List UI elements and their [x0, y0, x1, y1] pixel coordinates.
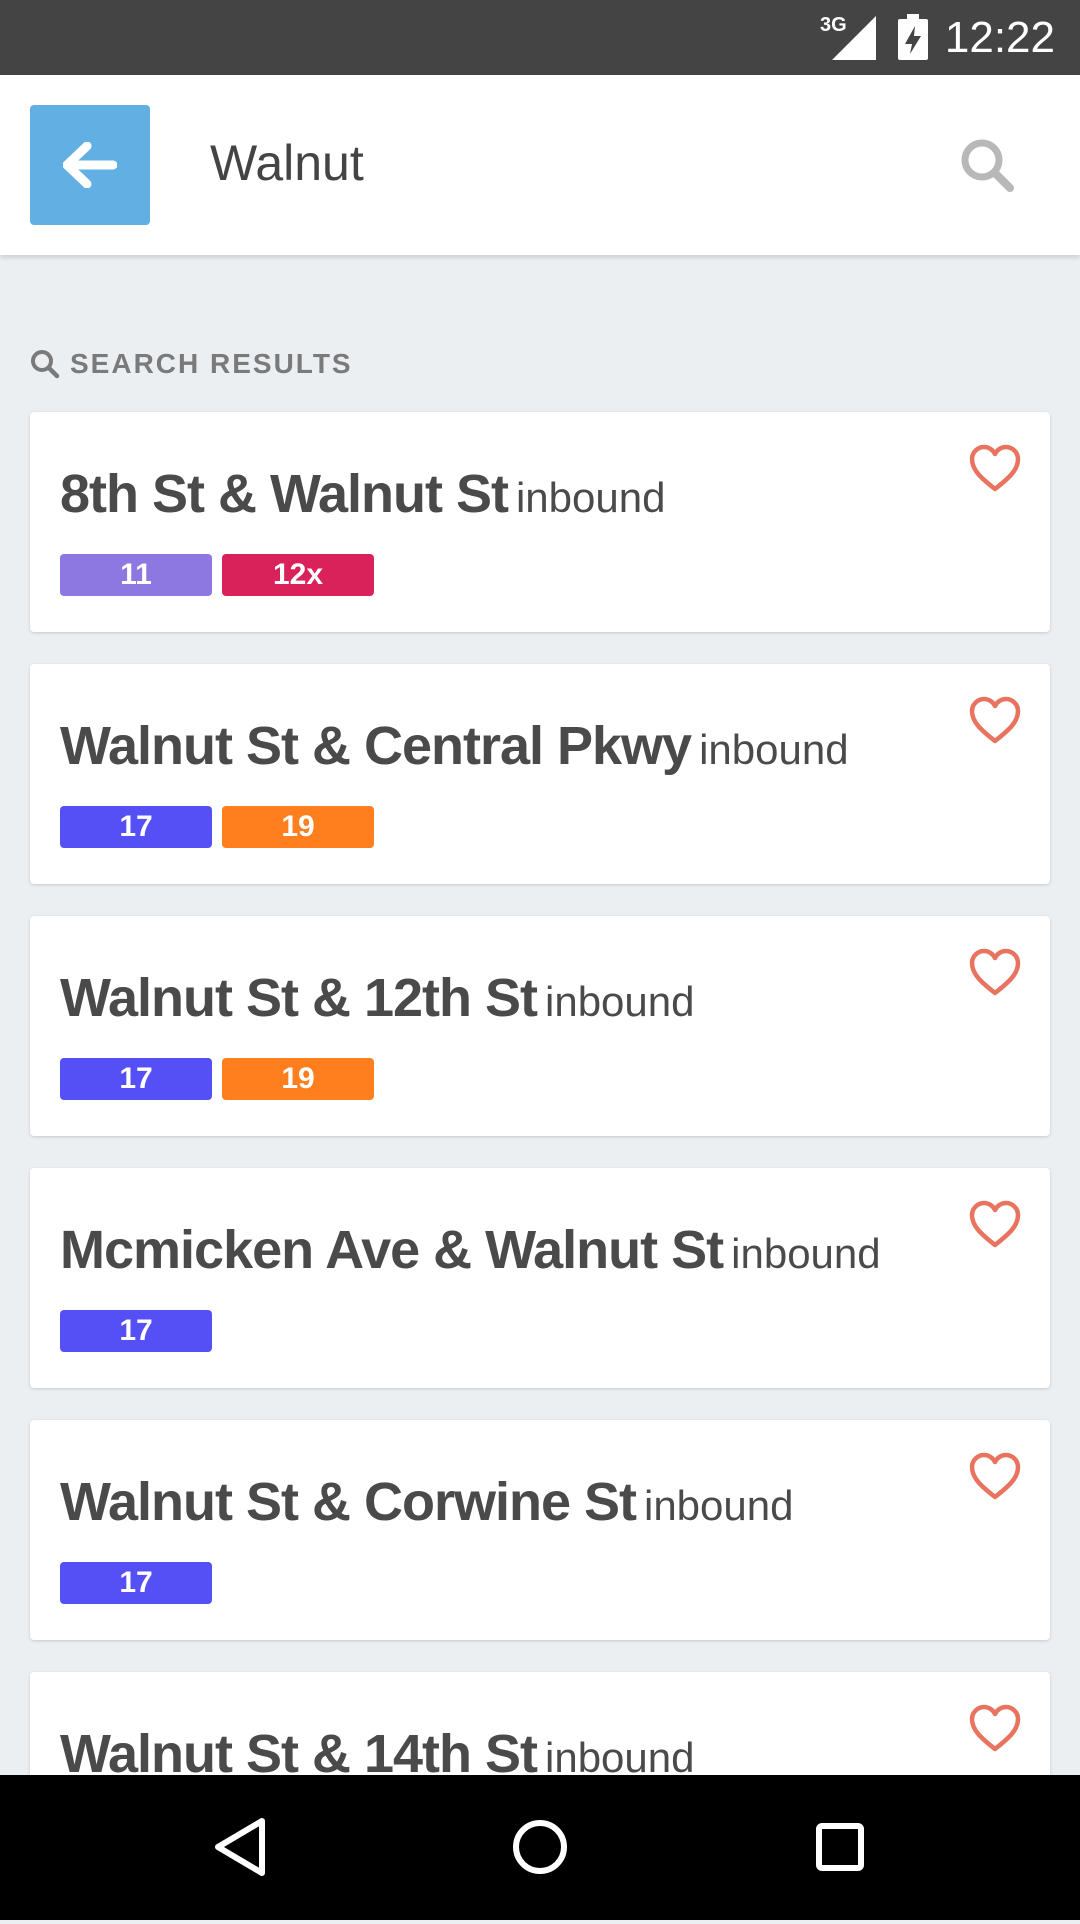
cell-signal-icon	[832, 16, 876, 60]
stop-card[interactable]: Walnut St & Corwine St inbound 17	[30, 1420, 1050, 1640]
route-badge: 17	[60, 1562, 212, 1604]
stop-card[interactable]: Walnut St & Central Pkwy inbound 17 19	[30, 664, 1050, 884]
battery-icon	[898, 14, 928, 60]
heart-icon[interactable]	[968, 946, 1022, 1000]
stop-title: Walnut St & Corwine St inbound	[60, 1470, 793, 1538]
search-results-label: SEARCH RESULTS	[70, 348, 353, 379]
route-badge: 12x	[222, 554, 374, 596]
app-bar: Walnut	[0, 75, 1080, 255]
route-badge: 19	[222, 1058, 374, 1100]
heart-icon[interactable]	[968, 694, 1022, 748]
stop-direction: inbound	[515, 474, 666, 521]
stop-title: Walnut St & 12th St inbound	[60, 966, 694, 1034]
stop-direction: inbound	[545, 978, 695, 1025]
route-badge: 17	[60, 1058, 212, 1100]
route-badges: 17 19	[60, 806, 374, 848]
heart-icon[interactable]	[968, 1198, 1022, 1252]
heart-icon[interactable]	[968, 1450, 1022, 1504]
stop-name: Mcmicken Ave & Walnut St	[60, 1220, 724, 1280]
stop-title: 8th St & Walnut St inbound	[60, 462, 665, 530]
heart-icon[interactable]	[968, 442, 1022, 496]
status-bar: 3G 12:22	[0, 0, 1080, 75]
route-badges: 17	[60, 1310, 212, 1352]
stop-name: Walnut St & Central Pkwy	[60, 716, 692, 776]
stop-name: 8th St & Walnut St	[60, 464, 509, 524]
route-badges: 17 19	[60, 1058, 374, 1100]
search-icon	[31, 350, 60, 379]
system-nav-bar	[0, 1775, 1080, 1920]
stop-title: Mcmicken Ave & Walnut St inbound	[60, 1218, 881, 1286]
stop-name: Walnut St & 12th St	[60, 968, 538, 1028]
stop-direction: inbound	[699, 726, 849, 773]
results-list: 8th St & Walnut St inbound 11 12x Walnut …	[30, 412, 1050, 1924]
route-badge: 17	[60, 1310, 212, 1352]
search-icon[interactable]	[960, 138, 1016, 194]
route-badge: 19	[222, 806, 374, 848]
stop-card[interactable]: 8th St & Walnut St inbound 11 12x	[30, 412, 1050, 632]
stop-card[interactable]: Walnut St & 12th St inbound 17 19	[30, 916, 1050, 1136]
stop-title: Walnut St & Central Pkwy inbound	[60, 714, 849, 782]
stop-card[interactable]: Mcmicken Ave & Walnut St inbound 17	[30, 1168, 1050, 1388]
stop-direction: inbound	[643, 1482, 794, 1529]
arrow-left-icon	[63, 142, 117, 188]
stop-direction: inbound	[545, 1734, 695, 1781]
circle-home-icon[interactable]	[510, 1815, 570, 1879]
route-badges: 17	[60, 1562, 212, 1604]
heart-icon[interactable]	[968, 1702, 1022, 1756]
square-recents-icon[interactable]	[810, 1815, 870, 1879]
clock: 12:22	[944, 13, 1055, 62]
route-badge: 17	[60, 806, 212, 848]
stop-direction: inbound	[731, 1230, 881, 1277]
stop-name: Walnut St & Corwine St	[60, 1472, 637, 1532]
route-badges: 11 12x	[60, 554, 374, 596]
triangle-back-icon[interactable]	[210, 1815, 270, 1879]
search-query[interactable]: Walnut	[210, 133, 364, 193]
route-badge: 11	[60, 554, 212, 596]
back-button[interactable]	[30, 105, 150, 225]
search-results-heading: SEARCH RESULTS	[30, 346, 353, 382]
